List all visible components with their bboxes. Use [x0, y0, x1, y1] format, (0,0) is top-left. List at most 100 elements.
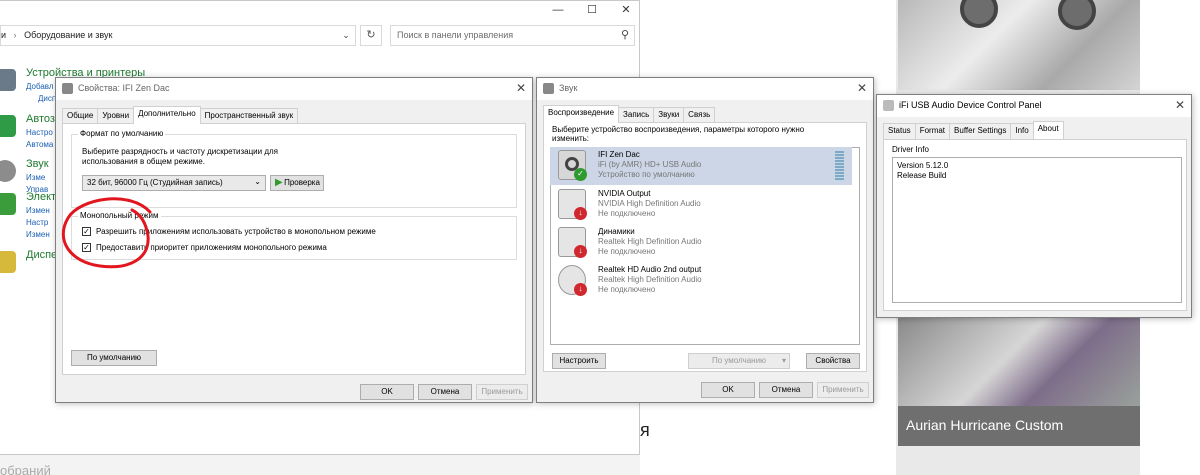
- category-link[interactable]: Добавл: [26, 82, 54, 91]
- speaker-icon: [62, 83, 73, 94]
- address-bar[interactable]: и › Оборудование и звук: [0, 25, 356, 46]
- tab-playback[interactable]: Воспроизведение: [543, 105, 620, 123]
- set-default-label: По умолчанию: [711, 356, 767, 365]
- breadcrumb-prefix[interactable]: и: [1, 30, 6, 40]
- close-icon[interactable]: ✕: [857, 81, 867, 95]
- tab-about[interactable]: About: [1032, 121, 1064, 139]
- maximize-button[interactable]: ☐: [576, 1, 608, 19]
- format-description: использования в общем режиме.: [82, 157, 205, 166]
- tab-sounds[interactable]: Звуки: [653, 107, 685, 123]
- device-row[interactable]: ✓ IFI Zen Dac iFi (by AMR) HD+ USB Audio…: [550, 147, 852, 185]
- ifi-titlebar: iFi USB Audio Device Control Panel ✕: [877, 95, 1191, 117]
- chevron-down-icon[interactable]: ⌄: [336, 25, 356, 46]
- cancel-button[interactable]: Отмена: [759, 382, 813, 398]
- set-default-button[interactable]: По умолчанию ▾: [688, 353, 790, 369]
- playback-instruction: изменить:: [552, 134, 590, 143]
- tab-format[interactable]: Format: [914, 123, 951, 139]
- minimize-button[interactable]: —: [542, 1, 574, 19]
- device-name: Динамики: [598, 227, 635, 236]
- exclusive-allow-label[interactable]: Разрешить приложениям использовать устро…: [96, 227, 376, 236]
- category-link[interactable]: Изме: [26, 173, 45, 182]
- category-title[interactable]: Элект: [26, 191, 56, 203]
- earphone-image: [1058, 0, 1096, 30]
- category-link[interactable]: Измен: [26, 206, 50, 215]
- dialog-title: iFi USB Audio Device Control Panel: [899, 100, 1042, 110]
- category-title[interactable]: Диспе: [26, 249, 57, 261]
- category-link[interactable]: Автома: [26, 140, 53, 149]
- driver-version: Version 5.12.0: [897, 161, 949, 170]
- ok-button[interactable]: OK: [360, 384, 414, 400]
- exclusive-priority-checkbox[interactable]: ✓: [82, 243, 91, 252]
- exclusive-allow-checkbox[interactable]: ✓: [82, 227, 91, 236]
- format-select[interactable]: 32 бит, 96000 Гц (Студийная запись) ⌄: [82, 175, 266, 191]
- format-description: Выберите разрядность и частоту дискретиз…: [82, 147, 279, 156]
- category-link[interactable]: Настр: [26, 218, 48, 227]
- disconnected-icon: ↓: [574, 245, 587, 258]
- earphone-image: [960, 0, 998, 28]
- background-bottom-text: обраний: [0, 463, 51, 475]
- tab-spatial[interactable]: Пространственный звук: [199, 108, 299, 124]
- category-link[interactable]: Измен: [26, 230, 50, 239]
- sound-tabs: Воспроизведение Запись Звуки Связь: [543, 105, 716, 123]
- configure-button[interactable]: Настроить: [552, 353, 606, 369]
- search-icon[interactable]: ⚲: [621, 28, 629, 41]
- product-caption[interactable]: Aurian Hurricane Custom: [898, 406, 1140, 446]
- printer-icon: [0, 69, 16, 91]
- category-title[interactable]: Звук: [26, 158, 49, 170]
- restore-defaults-button[interactable]: По умолчанию: [71, 350, 157, 366]
- close-icon[interactable]: ✕: [1175, 98, 1185, 112]
- category-link[interactable]: Настро: [26, 128, 53, 137]
- check-icon: ✓: [574, 168, 587, 181]
- play-icon: ▶: [275, 177, 283, 188]
- dialog-title: Звук: [559, 83, 578, 93]
- device-name: IFI Zen Dac: [598, 150, 640, 159]
- driver-build: Release Build: [897, 171, 947, 180]
- tab-recording[interactable]: Запись: [618, 107, 655, 123]
- device-status: Устройство по умолчанию: [598, 170, 695, 179]
- ifi-control-panel: iFi USB Audio Device Control Panel ✕ Sta…: [876, 94, 1192, 318]
- tab-general[interactable]: Общие: [62, 108, 99, 124]
- breadcrumb-hardware-sound[interactable]: Оборудование и звук: [24, 30, 112, 40]
- dispatcher-icon: [0, 251, 16, 273]
- properties-tabs: Общие Уровни Дополнительно Пространствен…: [62, 106, 299, 124]
- power-icon: [0, 193, 16, 215]
- tab-advanced[interactable]: Дополнительно: [133, 106, 201, 124]
- breadcrumb-separator-icon: ›: [13, 30, 17, 40]
- device-status: Не подключено: [598, 209, 656, 218]
- apply-button[interactable]: Применить: [476, 384, 528, 400]
- test-button[interactable]: ▶ Проверка: [270, 175, 324, 191]
- category-title[interactable]: Автоз: [26, 113, 55, 125]
- device-status: Не подключено: [598, 247, 656, 256]
- close-icon[interactable]: ✕: [516, 81, 526, 95]
- properties-titlebar: Свойства: IFI Zen Dac ✕: [56, 78, 532, 100]
- chevron-down-icon: ⌄: [254, 177, 261, 186]
- playback-instruction: Выберите устройство воспроизведения, пар…: [552, 125, 805, 134]
- search-input[interactable]: Поиск в панели управления ⚲: [390, 25, 635, 46]
- category-link[interactable]: Дисп: [38, 94, 56, 103]
- refresh-icon[interactable]: ↻: [360, 25, 382, 46]
- tab-levels[interactable]: Уровни: [97, 108, 135, 124]
- driver-info-label: Driver Info: [892, 145, 929, 154]
- test-button-label: Проверка: [284, 178, 320, 187]
- close-button[interactable]: ✕: [610, 1, 642, 19]
- tab-status[interactable]: Status: [883, 123, 916, 139]
- app-icon: [883, 100, 894, 111]
- level-meter: [835, 151, 844, 181]
- speaker-icon: [0, 160, 16, 182]
- disconnected-icon: ↓: [574, 283, 587, 296]
- cancel-button[interactable]: Отмена: [418, 384, 472, 400]
- speaker-icon: [543, 83, 554, 94]
- device-row[interactable]: ↓ NVIDIA Output NVIDIA High Definition A…: [550, 186, 852, 224]
- device-row[interactable]: ↓ Realtek HD Audio 2nd output Realtek Hi…: [550, 262, 852, 300]
- apply-button[interactable]: Применить: [817, 382, 869, 398]
- properties-button[interactable]: Свойства: [806, 353, 860, 369]
- device-row[interactable]: ↓ Динамики Realtek High Definition Audio…: [550, 224, 852, 262]
- exclusive-priority-label[interactable]: Предоставить приоритет приложениям моноп…: [96, 243, 327, 252]
- background-product-photo: [898, 0, 1140, 90]
- tab-buffer-settings[interactable]: Buffer Settings: [949, 123, 1012, 139]
- chevron-down-icon: ▾: [781, 356, 786, 365]
- tab-info[interactable]: Info: [1010, 123, 1034, 139]
- ok-button[interactable]: OK: [701, 382, 755, 398]
- tab-communications[interactable]: Связь: [683, 107, 716, 123]
- device-driver: NVIDIA High Definition Audio: [598, 199, 701, 208]
